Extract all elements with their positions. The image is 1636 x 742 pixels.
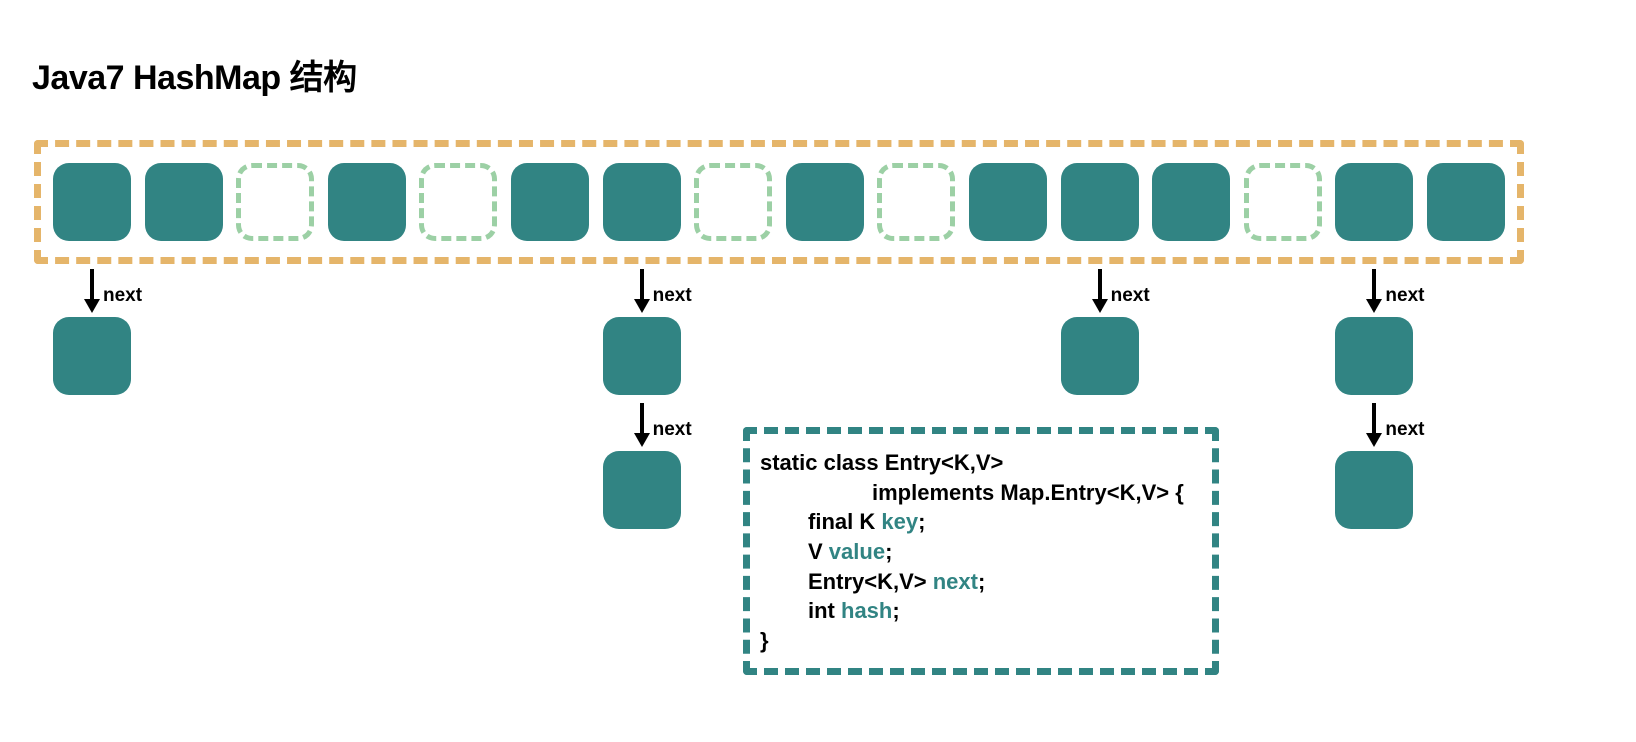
chain-node: [1061, 317, 1139, 395]
bucket-8: [786, 163, 864, 241]
bucket-0: [53, 163, 131, 241]
code-line-5: int hash;: [760, 596, 1202, 626]
bucket-12: [1152, 163, 1230, 241]
next-arrow: next: [1352, 401, 1412, 451]
diagram-title: Java7 HashMap 结构: [32, 50, 357, 99]
arrow-label: next: [653, 419, 692, 441]
bucket-9: [877, 163, 955, 241]
code-text: ;: [892, 598, 899, 623]
next-arrow: next: [1078, 267, 1138, 317]
next-arrow: next: [1352, 267, 1412, 317]
chain-node: [603, 317, 681, 395]
next-arrow: next: [620, 267, 680, 317]
bucket-1: [145, 163, 223, 241]
code-line-1b: implements Map.Entry<K,V> {: [760, 478, 1202, 508]
chain-node: [53, 317, 131, 395]
code-text: final K: [808, 509, 881, 534]
code-text: ;: [885, 539, 892, 564]
bucket-3: [328, 163, 406, 241]
bucket-10: [969, 163, 1047, 241]
code-field-next: next: [933, 569, 978, 594]
code-line-4: Entry<K,V> next;: [760, 567, 1202, 597]
bucket-5: [511, 163, 589, 241]
code-text: V: [808, 539, 829, 564]
hash-array-container: [34, 140, 1524, 264]
code-line-1a: static class Entry<K,V>: [760, 448, 1202, 478]
bucket-6: [603, 163, 681, 241]
code-field-value: value: [829, 539, 885, 564]
arrow-label: next: [653, 285, 692, 307]
code-text: int: [808, 598, 841, 623]
code-field-hash: hash: [841, 598, 892, 623]
code-line-2: final K key;: [760, 507, 1202, 537]
code-text: ;: [978, 569, 985, 594]
chain-node: [1335, 451, 1413, 529]
bucket-7: [694, 163, 772, 241]
code-text: Entry<K,V>: [808, 569, 933, 594]
chain-node: [603, 451, 681, 529]
arrow-label: next: [103, 285, 142, 307]
code-line-6: }: [760, 626, 1202, 656]
code-field-key: key: [881, 509, 918, 534]
arrow-label: next: [1385, 285, 1424, 307]
bucket-13: [1244, 163, 1322, 241]
code-line-3: V value;: [760, 537, 1202, 567]
arrow-label: next: [1385, 419, 1424, 441]
bucket-4: [419, 163, 497, 241]
bucket-2: [236, 163, 314, 241]
next-arrow: next: [70, 267, 130, 317]
code-text: ;: [918, 509, 925, 534]
entry-code-box: static class Entry<K,V> implements Map.E…: [743, 427, 1219, 675]
arrow-label: next: [1111, 285, 1150, 307]
bucket-15: [1427, 163, 1505, 241]
chain-node: [1335, 317, 1413, 395]
bucket-14: [1335, 163, 1413, 241]
bucket-11: [1061, 163, 1139, 241]
next-arrow: next: [620, 401, 680, 451]
